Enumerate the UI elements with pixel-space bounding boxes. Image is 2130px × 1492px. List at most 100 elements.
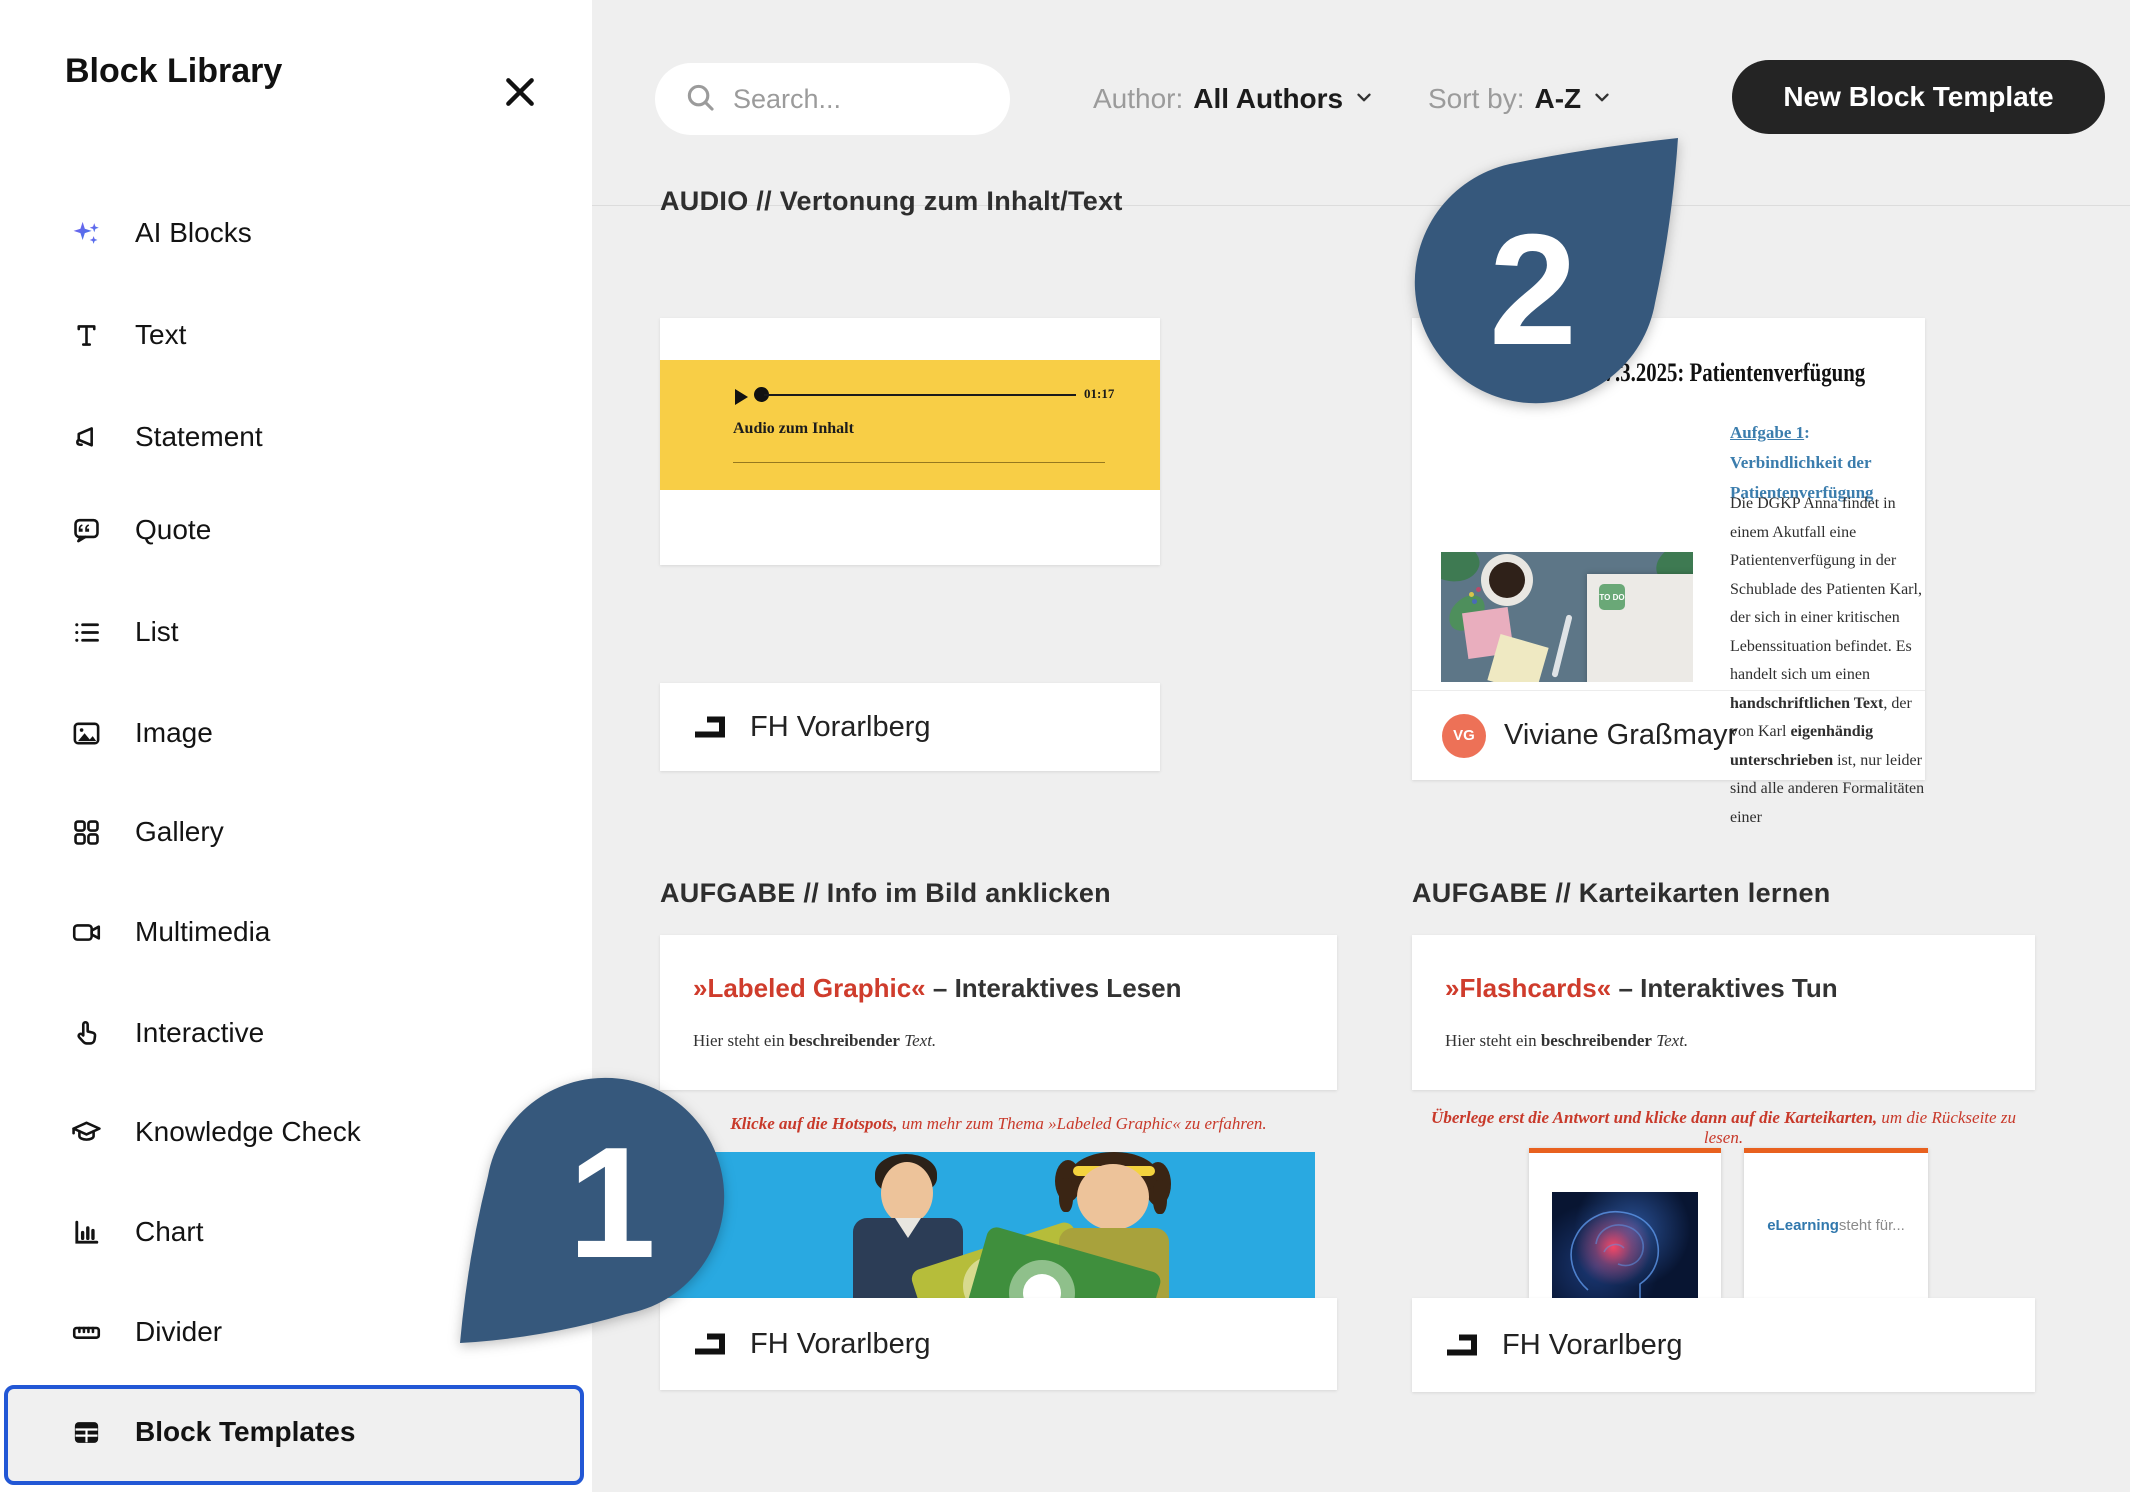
body-text: Die DGKP Anna findet in einem Akutfall e… bbox=[1730, 495, 1922, 683]
audio-caption: Audio zum Inhalt bbox=[733, 420, 854, 438]
instruction-bold: Klicke auf die Hotspots, bbox=[730, 1114, 897, 1133]
search-input[interactable] bbox=[731, 83, 975, 116]
desc-italic: Text. bbox=[900, 1031, 936, 1050]
sidebar-item-list[interactable]: List bbox=[0, 602, 592, 662]
sidebar-item-label: Block Templates bbox=[135, 1416, 355, 1448]
sidebar-item-label: Chart bbox=[135, 1216, 203, 1248]
flashcard-tile-brain bbox=[1529, 1148, 1721, 1298]
sort-filter-label: Sort by: bbox=[1428, 83, 1524, 115]
fh-vorarlberg-logo-icon bbox=[1444, 1325, 1480, 1365]
sidebar-item-label: Quote bbox=[135, 514, 211, 546]
section-heading-audio: AUDIO // Vertonung zum Inhalt/Text bbox=[660, 186, 1123, 217]
section-heading-labeled-graphic: AUFGABE // Info im Bild anklicken bbox=[660, 878, 1111, 909]
template-card-flashcards[interactable]: »Flashcards« – Interaktives Tun Hier ste… bbox=[1412, 935, 2035, 1090]
text-icon bbox=[70, 319, 102, 351]
sidebar-item-quote[interactable]: Quote bbox=[0, 500, 592, 560]
card-footer-labeled-graphic: FH Vorarlberg bbox=[660, 1298, 1337, 1390]
desk-photo-thumbnail: TO DO bbox=[1441, 552, 1693, 682]
instruction-bold: Überlege erst die Antwort und klicke dan… bbox=[1431, 1108, 1877, 1127]
template-card-audio[interactable]: 01:17 Audio zum Inhalt bbox=[660, 318, 1160, 565]
chevron-down-icon bbox=[1353, 83, 1375, 115]
block-library-screen: Block Library AI Blocks Text Statem bbox=[0, 0, 2130, 1492]
gallery-icon bbox=[70, 816, 102, 848]
notepad-paper: TO DO bbox=[1587, 574, 1693, 682]
avatar: VG bbox=[1442, 714, 1486, 758]
sidebar-item-multimedia[interactable]: Multimedia bbox=[0, 902, 592, 962]
author-filter-value: All Authors bbox=[1193, 83, 1343, 115]
section-heading-flashcards: AUFGABE // Karteikarten lernen bbox=[1412, 878, 1831, 909]
sidebar-item-statement[interactable]: Statement bbox=[0, 407, 592, 467]
close-icon[interactable] bbox=[500, 72, 540, 112]
author-filter-label: Author: bbox=[1093, 83, 1183, 115]
sidebar-item-label: Gallery bbox=[135, 816, 224, 848]
card-footer-audio: FH Vorarlberg bbox=[660, 683, 1160, 771]
sidebar-item-text[interactable]: Text bbox=[0, 305, 592, 365]
card-preview-title: »Flashcards« – Interaktives Tun bbox=[1445, 973, 1838, 1004]
preview-instruction-flashcards: Überlege erst die Antwort und klicke dan… bbox=[1412, 1108, 2035, 1148]
brain-image bbox=[1552, 1192, 1698, 1298]
instruction-rest: um mehr zum Thema »Labeled Graphic« zu e… bbox=[898, 1114, 1267, 1133]
quote-icon bbox=[70, 514, 102, 546]
sidebar-item-chart[interactable]: Chart bbox=[0, 1202, 592, 1262]
hand-pointer-icon bbox=[70, 1017, 102, 1049]
todo-badge: TO DO bbox=[1599, 584, 1625, 610]
card-footer-flashcards: FH Vorarlberg bbox=[1412, 1298, 2035, 1392]
search-bar bbox=[655, 63, 1010, 135]
sort-filter[interactable]: Sort by: A-Z bbox=[1428, 83, 1613, 115]
sidebar-item-label: Text bbox=[135, 319, 186, 351]
sidebar: Block Library AI Blocks Text Statem bbox=[0, 0, 592, 1492]
sidebar-item-label: AI Blocks bbox=[135, 217, 252, 249]
sidebar-item-divider[interactable]: Divider bbox=[0, 1302, 592, 1362]
sidebar-item-ai-blocks[interactable]: AI Blocks bbox=[0, 203, 592, 263]
ruler-icon bbox=[70, 1316, 102, 1348]
search-icon bbox=[683, 80, 717, 119]
sidebar-item-label: Divider bbox=[135, 1316, 222, 1348]
audio-progress-line bbox=[764, 394, 1076, 396]
card-author: Viviane Graßmayr bbox=[1504, 719, 1737, 752]
author-filter[interactable]: Author: All Authors bbox=[1093, 83, 1375, 115]
sidebar-item-block-templates[interactable]: Block Templates bbox=[0, 1402, 592, 1462]
title-rest: – Interaktives Tun bbox=[1611, 973, 1837, 1003]
template-card-labeled-graphic[interactable]: »Labeled Graphic« – Interaktives Lesen H… bbox=[660, 935, 1337, 1090]
audio-block-preview: 01:17 Audio zum Inhalt bbox=[660, 360, 1160, 490]
sidebar-item-label: Image bbox=[135, 717, 213, 749]
audio-duration: 01:17 bbox=[1084, 386, 1114, 402]
bar-chart-icon bbox=[70, 1216, 102, 1248]
graduation-cap-icon bbox=[70, 1116, 102, 1148]
sidebar-item-interactive[interactable]: Interactive bbox=[0, 1003, 592, 1063]
flashcard-tile-elearning: eLearning steht für... bbox=[1744, 1148, 1928, 1298]
table-icon bbox=[70, 1416, 102, 1448]
preview-instruction-labeled-graphic: Klicke auf die Hotspots, um mehr zum The… bbox=[660, 1114, 1337, 1134]
pen bbox=[1551, 614, 1572, 678]
list-icon bbox=[70, 616, 102, 648]
card-author: FH Vorarlberg bbox=[750, 711, 931, 744]
template-card-patientenverfuegung[interactable]: s zum 7.3.2025: Patientenverfügung Aufga… bbox=[1412, 318, 1925, 780]
panel-title: Block Library bbox=[65, 52, 282, 91]
sidebar-item-gallery[interactable]: Gallery bbox=[0, 802, 592, 862]
sidebar-item-label: List bbox=[135, 616, 179, 648]
flashcard-front-text: eLearning steht für... bbox=[1744, 1153, 1928, 1298]
sidebar-item-image[interactable]: Image bbox=[0, 703, 592, 763]
coffee-cup bbox=[1489, 562, 1525, 598]
sidebar-item-label: Multimedia bbox=[135, 916, 270, 948]
title-accent: »Flashcards« bbox=[1445, 973, 1611, 1003]
sidebar-item-label: Statement bbox=[135, 421, 263, 453]
play-icon bbox=[735, 389, 748, 405]
sidebar-item-label: Interactive bbox=[135, 1017, 264, 1049]
sidebar-item-knowledge-check[interactable]: Knowledge Check bbox=[0, 1102, 592, 1162]
desc-italic: Text. bbox=[1652, 1031, 1688, 1050]
sparkles-icon bbox=[70, 217, 102, 249]
preview-body-text: Die DGKP Anna findet in einem Akutfall e… bbox=[1730, 490, 1930, 832]
title-rest: – Interaktives Lesen bbox=[926, 973, 1182, 1003]
desc-bold: beschreibender bbox=[789, 1031, 900, 1050]
chevron-down-icon bbox=[1591, 83, 1613, 115]
image-icon bbox=[70, 717, 102, 749]
man-face bbox=[881, 1162, 933, 1224]
new-block-template-button[interactable]: New Block Template bbox=[1732, 60, 2105, 134]
megaphone-icon bbox=[70, 421, 102, 453]
card-author: FH Vorarlberg bbox=[750, 1328, 931, 1361]
fh-vorarlberg-logo-icon bbox=[692, 707, 728, 747]
flashcard-text-accent: eLearning bbox=[1767, 1217, 1839, 1234]
fh-vorarlberg-logo-icon bbox=[692, 1324, 728, 1364]
sort-filter-value: A-Z bbox=[1534, 83, 1581, 115]
